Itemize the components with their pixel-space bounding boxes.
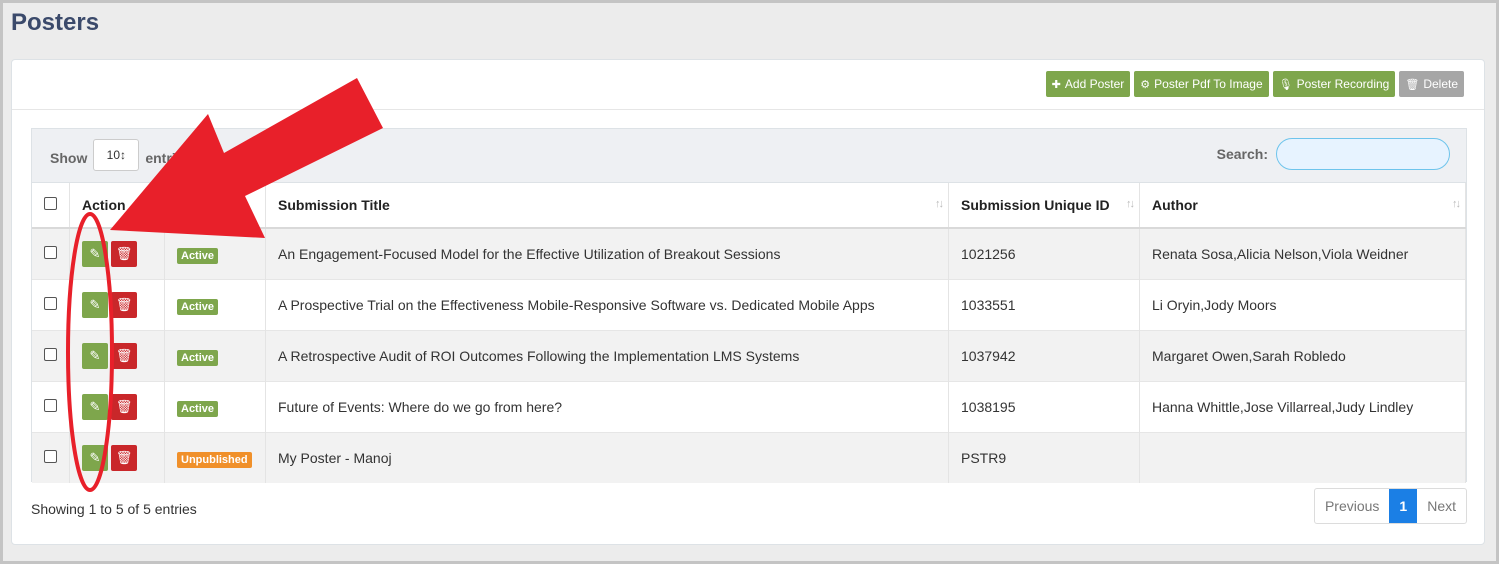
annotation-arrow bbox=[110, 78, 383, 238]
annotation-overlay bbox=[66, 78, 383, 492]
annotation-circle bbox=[66, 212, 114, 492]
